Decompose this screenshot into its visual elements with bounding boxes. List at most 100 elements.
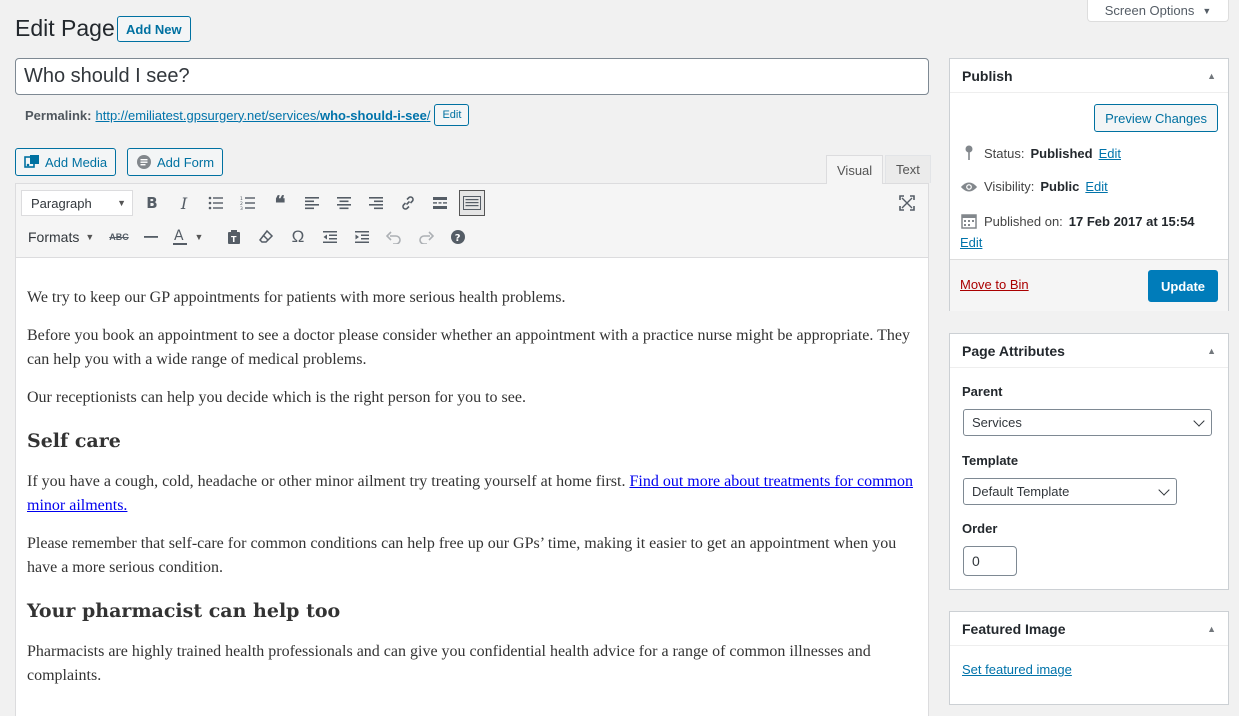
svg-text:T: T: [231, 235, 237, 244]
published-on-row: Published on: 17 Feb 2017 at 15:54: [960, 213, 1195, 229]
move-to-bin-link[interactable]: Move to Bin: [960, 277, 1029, 292]
editor-content-area[interactable]: We try to keep our GP appointments for p…: [16, 258, 928, 688]
caret-down-icon: ▼: [117, 198, 126, 208]
content-paragraph: We try to keep our GP appointments for p…: [27, 289, 566, 306]
svg-text:3: 3: [240, 206, 243, 210]
add-form-button[interactable]: Add Form: [127, 148, 224, 176]
page-attributes-title: Page Attributes: [962, 342, 1065, 359]
numbered-list-icon[interactable]: 123: [235, 190, 261, 216]
format-select-value: Paragraph: [31, 195, 92, 211]
tab-visual[interactable]: Visual: [826, 155, 884, 184]
collapse-arrow-icon[interactable]: ▲: [1207, 71, 1216, 81]
add-new-button[interactable]: Add New: [117, 16, 191, 42]
parent-select[interactable]: Services: [963, 409, 1212, 436]
bold-icon[interactable]: B: [139, 190, 165, 216]
edit-date-link[interactable]: Edit: [960, 235, 982, 250]
text-color-icon[interactable]: A ▼: [170, 224, 206, 250]
add-media-button[interactable]: Add Media: [15, 148, 117, 176]
content-heading-self-care: Self care: [27, 430, 121, 452]
template-select[interactable]: Default Template: [963, 478, 1177, 505]
page-attributes-header[interactable]: Page Attributes ▲: [950, 334, 1228, 368]
caret-down-icon: ▼: [194, 232, 204, 242]
permalink-slug: who-should-i-see: [319, 107, 427, 123]
pin-icon: [960, 145, 978, 161]
visibility-value: Public: [1040, 179, 1080, 194]
featured-image-title: Featured Image: [962, 620, 1066, 637]
blockquote-icon[interactable]: ❝: [267, 190, 293, 216]
content-paragraph: If you have a cough, cold, headache or o…: [27, 470, 917, 518]
collapse-arrow-icon[interactable]: ▲: [1207, 624, 1216, 634]
paste-as-text-icon[interactable]: T: [221, 224, 247, 250]
formats-menu[interactable]: Formats ▼: [22, 224, 100, 250]
svg-text:?: ?: [455, 233, 461, 244]
align-left-icon[interactable]: [299, 190, 325, 216]
clear-formatting-icon[interactable]: [253, 224, 279, 250]
align-center-icon[interactable]: [331, 190, 357, 216]
horizontal-line-icon[interactable]: [138, 224, 164, 250]
page-title: Edit Page: [15, 15, 115, 41]
order-input[interactable]: [963, 546, 1017, 576]
template-select-value: Default Template: [972, 484, 1070, 499]
publish-box-header[interactable]: Publish ▲: [950, 59, 1228, 93]
help-icon[interactable]: ?: [445, 224, 471, 250]
bulleted-list-icon[interactable]: [203, 190, 229, 216]
fullscreen-icon[interactable]: [894, 190, 920, 216]
add-media-label: Add Media: [45, 154, 108, 170]
publish-actions: Move to Bin Update: [950, 259, 1228, 311]
edit-visibility-link[interactable]: Edit: [1085, 179, 1107, 194]
align-right-icon[interactable]: [363, 190, 389, 216]
strikethrough-icon[interactable]: ABC: [106, 224, 132, 250]
read-more-icon[interactable]: [427, 190, 453, 216]
toolbar-toggle-icon[interactable]: [459, 190, 485, 216]
italic-icon[interactable]: I: [171, 190, 197, 216]
content-paragraph: Before you book an appointment to see a …: [27, 327, 910, 368]
content-paragraph: Our receptionists can help you decide wh…: [27, 389, 526, 406]
template-label: Template: [962, 453, 1019, 468]
published-on-value: 17 Feb 2017 at 15:54: [1068, 213, 1195, 229]
form-icon: [136, 154, 152, 170]
undo-icon[interactable]: [381, 224, 407, 250]
collapse-arrow-icon[interactable]: ▲: [1207, 346, 1216, 356]
permalink-url-base: http://emiliatest.gpsurgery.net/services…: [95, 107, 320, 123]
edit-slug-button[interactable]: Edit: [434, 104, 470, 126]
permalink: Permalink: http://emiliatest.gpsurgery.n…: [25, 104, 470, 126]
featured-image-box: Featured Image ▲ Set featured image: [949, 611, 1229, 705]
update-button[interactable]: Update: [1147, 270, 1218, 302]
permalink-label: Permalink:: [25, 107, 92, 123]
eye-icon: [960, 180, 978, 194]
caret-down-icon: ▼: [85, 232, 95, 242]
content-heading-pharmacist: Your pharmacist can help too: [27, 600, 341, 622]
status-row: Status: Published Edit: [960, 145, 1121, 161]
publish-box-title: Publish: [962, 67, 1013, 84]
media-icon: [24, 154, 40, 170]
preview-changes-button[interactable]: Preview Changes: [1094, 104, 1218, 132]
svg-text:A: A: [174, 228, 184, 244]
increase-indent-icon[interactable]: [349, 224, 375, 250]
set-featured-image-link[interactable]: Set featured image: [962, 662, 1072, 677]
permalink-link[interactable]: http://emiliatest.gpsurgery.net/services…: [95, 108, 430, 123]
formats-menu-label: Formats: [28, 229, 80, 245]
permalink-trailing-slash: /: [426, 107, 431, 123]
status-value: Published: [1030, 145, 1093, 161]
featured-image-header[interactable]: Featured Image ▲: [950, 612, 1228, 646]
edit-status-link[interactable]: Edit: [1099, 146, 1121, 161]
screen-options-label: Screen Options: [1104, 3, 1195, 18]
link-icon[interactable]: [395, 190, 421, 216]
visibility-row: Visibility: Public Edit: [960, 179, 1108, 194]
page-attributes-box: Page Attributes ▲ Parent Services Templa…: [949, 333, 1229, 590]
status-label: Status:: [984, 145, 1025, 161]
calendar-icon: [960, 213, 978, 229]
redo-icon[interactable]: [413, 224, 439, 250]
published-on-edit-row: Edit: [960, 235, 982, 250]
paragraph-format-select[interactable]: Paragraph ▼: [21, 190, 133, 216]
special-character-icon[interactable]: Ω: [285, 224, 311, 250]
parent-label: Parent: [962, 384, 1003, 399]
chevron-down-icon: [1158, 483, 1170, 496]
content-editor: Paragraph ▼ B I 123 ❝ Formats ▼ ABC A ▼ …: [15, 183, 929, 716]
tab-text[interactable]: Text: [885, 155, 931, 183]
post-title-input[interactable]: [15, 58, 929, 95]
screen-options-button[interactable]: Screen Options ▼: [1087, 0, 1229, 22]
decrease-indent-icon[interactable]: [317, 224, 343, 250]
content-paragraph: Please remember that self-care for commo…: [27, 535, 897, 576]
add-form-label: Add Form: [157, 154, 215, 170]
